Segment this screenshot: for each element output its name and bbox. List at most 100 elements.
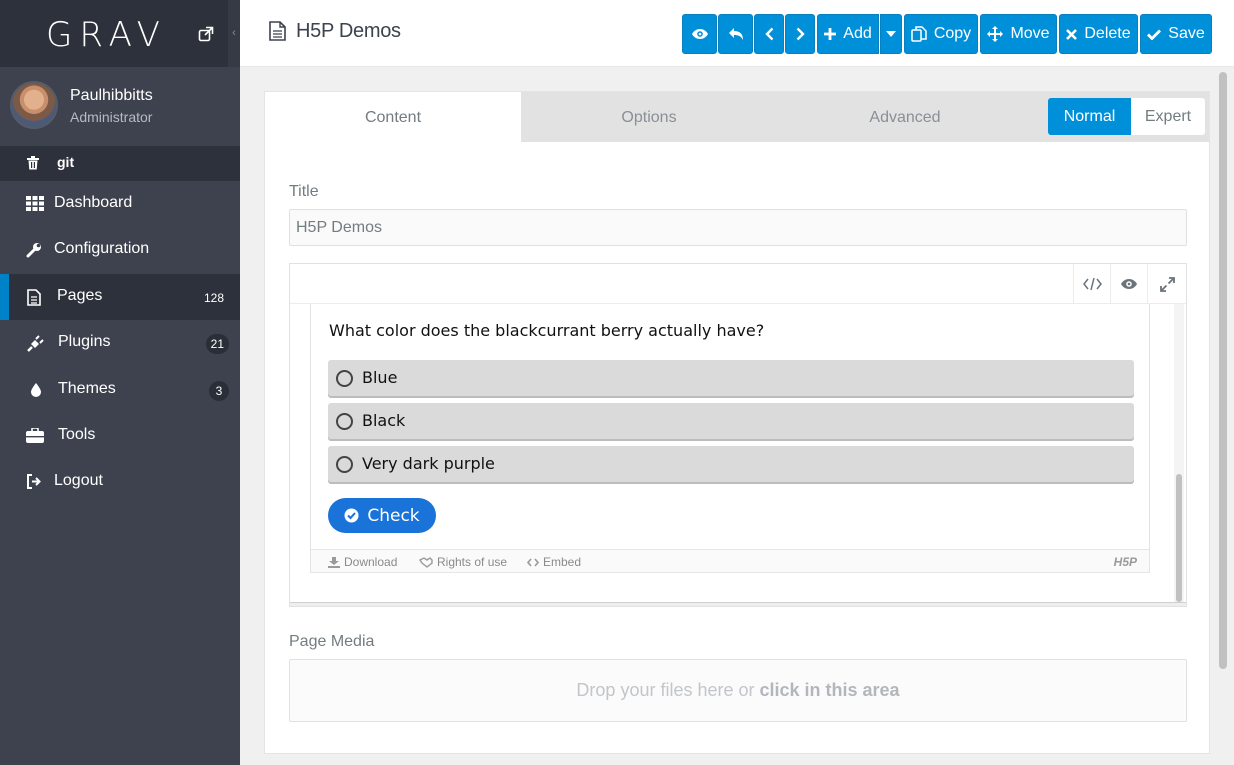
add-dropdown-button[interactable] [880,14,902,54]
copy-button[interactable]: Copy [904,14,978,54]
chevron-left-icon [764,27,773,41]
add-label: Add [843,25,872,42]
editor-toolbar [290,264,1186,304]
top-bar: H5P Demos Add Copy Move Delete Save [240,0,1234,67]
sidebar-item-label: Themes [58,379,116,397]
radio-icon [336,413,353,430]
sidebar-item-label: Logout [54,472,103,490]
answer-label: Very dark purple [362,454,495,473]
sidebar-item-dashboard[interactable]: Dashboard [0,181,240,227]
back-button[interactable] [718,14,753,54]
save-label: Save [1168,25,1205,42]
check-icon [1147,29,1162,40]
editor-scrollbar[interactable] [1176,474,1182,602]
download-icon [328,556,340,568]
user-name[interactable]: Paulhibbitts [70,87,153,105]
embed-label: Embed [543,555,582,569]
sidebar-item-configuration[interactable]: Configuration [0,227,240,273]
eye-icon [1121,279,1137,289]
code-icon [527,557,539,567]
avatar[interactable] [10,81,58,129]
arrows-icon [987,26,1004,42]
page-editor-panel: Content Options Advanced Normal Expert T… [264,91,1210,754]
sidebar-item-plugins[interactable]: Plugins 21 [0,320,240,366]
title-input[interactable]: H5P Demos [289,209,1187,246]
eye-icon [691,29,708,39]
editor-resize-handle[interactable] [290,602,1186,606]
plus-icon [824,28,837,40]
expert-mode-toggle[interactable]: Expert [1131,98,1205,135]
next-page-button[interactable] [785,14,815,54]
close-icon [1066,28,1078,40]
page-title: H5P Demos [296,20,401,42]
quiz-question: What color does the blackcurrant berry a… [329,321,765,340]
tab-advanced[interactable]: Advanced [777,92,1033,142]
radio-icon [336,456,353,473]
check-circle-icon [344,508,359,523]
dropzone-link[interactable]: click in this area [760,680,900,700]
move-button[interactable]: Move [980,14,1057,54]
code-view-button[interactable] [1073,264,1110,304]
reply-icon [728,28,743,40]
sidebar-item-label: Pages [57,286,103,304]
radio-icon [336,370,353,387]
answer-label: Black [362,411,406,430]
answer-option[interactable]: Very dark purple [328,446,1134,482]
sidebar-item-label: Tools [58,425,96,443]
themes-count-badge: 3 [209,380,229,401]
media-dropzone[interactable]: Drop your files here or click in this ar… [289,659,1187,722]
copy-label: Copy [933,25,972,42]
trash-icon [27,156,39,170]
answer-option[interactable]: Blue [328,360,1134,396]
answer-option[interactable]: Black [328,403,1134,439]
answer-label: Blue [362,368,398,387]
normal-mode-toggle[interactable]: Normal [1048,98,1131,135]
sidebar-item-pages[interactable]: Pages 128 [0,273,240,321]
caret-down-icon [886,31,896,37]
preview-toggle-button[interactable] [1110,264,1147,304]
collapse-sidebar-button[interactable]: ‹ [228,0,240,67]
tint-icon [31,382,41,397]
title-label: Title [289,183,319,200]
copy-icon [911,26,927,42]
sidebar-item-tools[interactable]: Tools [0,413,240,459]
sidebar-item-logout[interactable]: Logout [0,459,240,505]
file-icon [27,288,41,306]
grav-logo[interactable]: GRAV [46,15,167,55]
pages-count-badge: 128 [203,290,224,305]
dropzone-text: Drop your files here or [576,680,760,700]
add-button[interactable]: Add [817,14,879,54]
download-link[interactable]: Download [328,555,397,569]
sidebar-item-themes[interactable]: Themes 3 [0,367,240,413]
previous-page-button[interactable] [754,14,784,54]
page-scrollbar[interactable] [1219,72,1227,669]
editor-preview: What color does the blackcurrant berry a… [290,304,1186,604]
plug-icon [27,335,44,353]
git-sync-row[interactable]: git [0,147,240,181]
page-media-label: Page Media [289,633,375,650]
delete-label: Delete [1084,25,1131,42]
h5p-quiz: What color does the blackcurrant berry a… [310,304,1150,573]
chevron-right-icon [796,27,805,41]
move-label: Move [1010,25,1050,42]
rights-of-use-link[interactable]: Rights of use [419,555,507,569]
check-button[interactable]: Check [328,498,436,533]
tab-content[interactable]: Content [265,92,521,142]
delete-button[interactable]: Delete [1059,14,1138,54]
sidebar-item-label: Configuration [54,240,150,258]
h5p-logo[interactable]: H5P [1114,555,1137,569]
user-panel: Paulhibbitts Administrator [0,67,240,147]
preview-button[interactable] [682,14,717,54]
sign-out-icon [27,474,41,490]
sidebar-item-label: Plugins [58,333,111,351]
fullscreen-button[interactable] [1147,264,1186,304]
expand-icon [1159,276,1175,292]
external-link-icon[interactable] [198,26,214,42]
sidebar-item-label: Dashboard [54,194,133,211]
rights-label: Rights of use [437,555,508,569]
save-button[interactable]: Save [1140,14,1212,54]
main-nav: Dashboard Configuration Pages 128 Plugin… [0,181,240,506]
sidebar: GRAV ‹ Paulhibbitts Administrator git Da… [0,0,240,765]
tab-options[interactable]: Options [521,92,777,142]
embed-link[interactable]: Embed [527,555,581,569]
